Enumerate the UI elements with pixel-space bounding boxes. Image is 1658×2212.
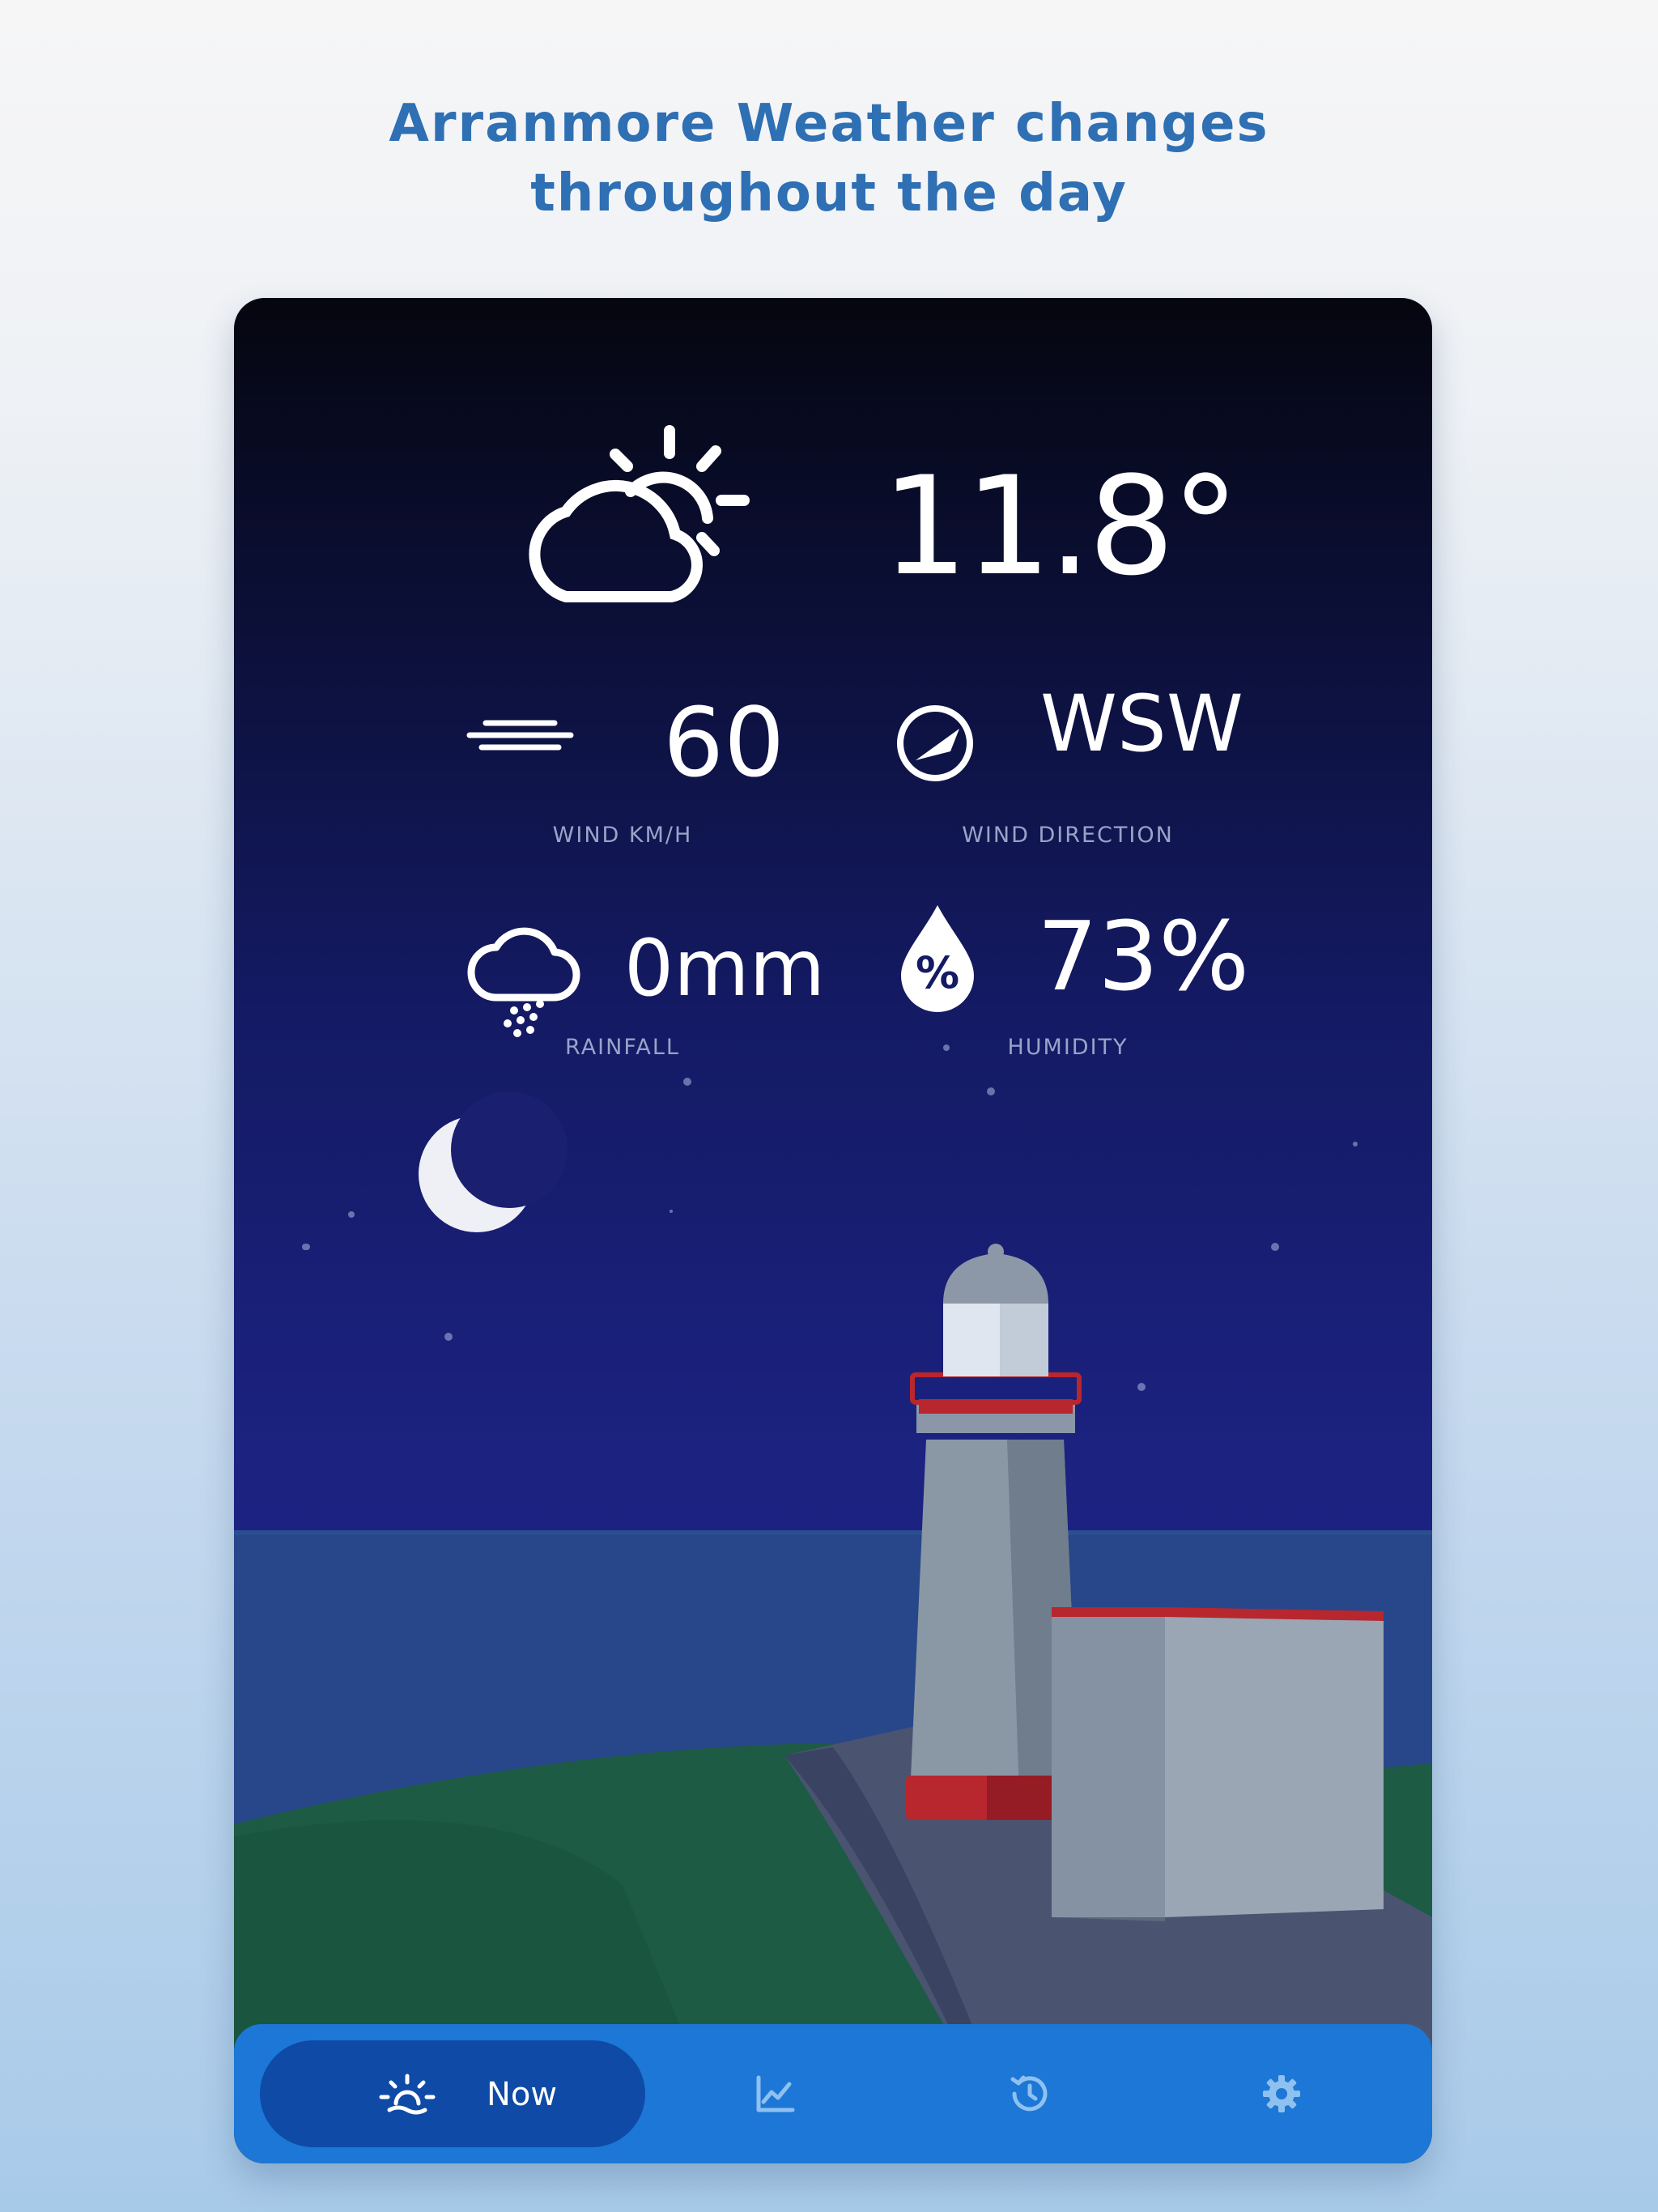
app-screen: 11.8° 60 WIND KM/H WSW WIND DIRECTION 0m… (234, 298, 1432, 2163)
humidity-drop-icon: % (901, 905, 974, 1012)
wind-speed-value: 60 (663, 687, 785, 798)
humidity-label: HUMIDITY (1007, 1035, 1129, 1060)
rainfall-label: RAINFALL (565, 1035, 680, 1060)
settings-gear-icon (1263, 2075, 1300, 2112)
chart-icon (756, 2075, 795, 2112)
sunrise-icon (379, 2074, 436, 2115)
svg-text:%: % (916, 947, 959, 998)
nav-tab-settings[interactable] (1259, 2071, 1304, 2116)
partly-cloudy-sun-icon (529, 425, 750, 602)
nav-tab-history[interactable] (1006, 2071, 1052, 2116)
wind-direction-value: WSW (1040, 678, 1244, 769)
rainfall-value: 0mm (624, 923, 826, 1014)
nav-tab-now[interactable]: Now (260, 2040, 645, 2147)
headline-line-2: throughout the day (530, 164, 1128, 223)
bottom-navigation: Now (234, 2024, 1432, 2163)
compass-icon (897, 705, 973, 781)
temperature-value: 11.8° (882, 447, 1239, 606)
wind-icon (466, 720, 574, 751)
wind-direction-label: WIND DIRECTION (962, 823, 1174, 848)
rain-cloud-icon (467, 927, 580, 1037)
lighthouse-night-scene (234, 1044, 1432, 2163)
moon (419, 1091, 568, 1232)
headline-line-1: Arranmore Weather changes (389, 94, 1269, 154)
nav-tab-now-label: Now (487, 2076, 558, 2113)
headline: Arranmore Weather changes throughout the… (0, 89, 1658, 228)
wind-speed-label: WIND KM/H (552, 823, 693, 848)
nav-tab-chart[interactable] (752, 2071, 797, 2116)
humidity-value: 73% (1037, 900, 1250, 1012)
history-icon (1010, 2075, 1048, 2112)
